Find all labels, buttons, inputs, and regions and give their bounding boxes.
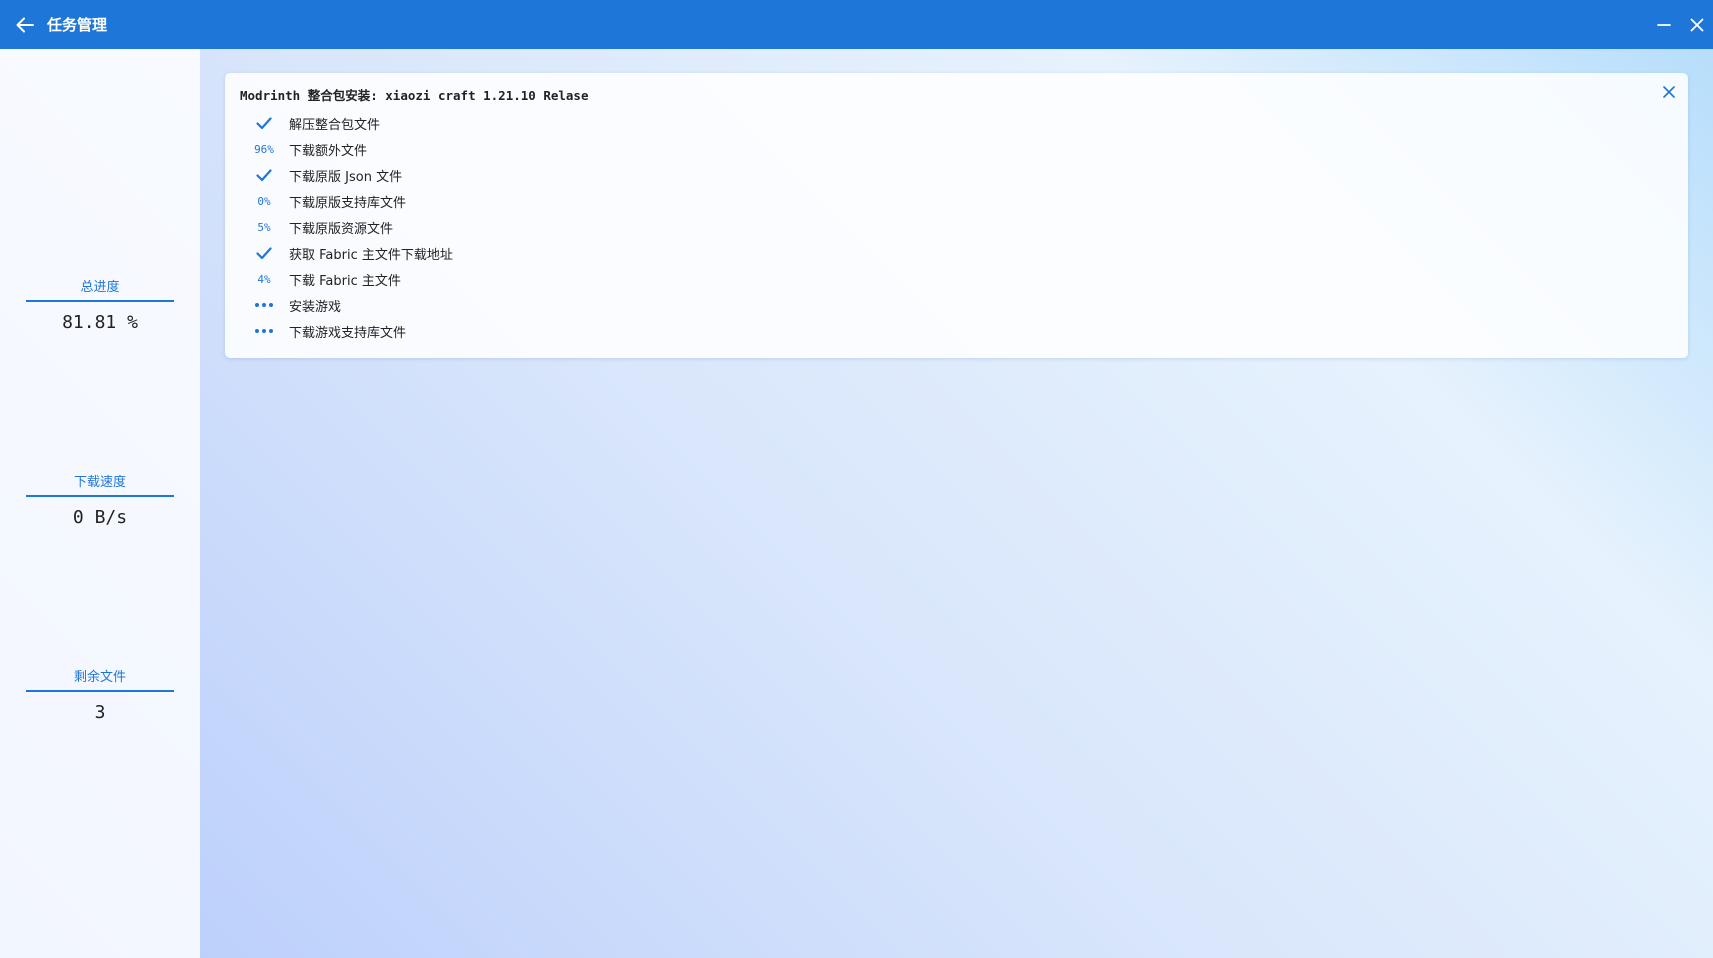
task-step: 5% 下载原版资源文件	[239, 214, 453, 240]
task-step: 4% 下载 Fabric 主文件	[239, 266, 453, 292]
step-label: 下载原版资源文件	[289, 221, 394, 237]
step-progress: 96%	[254, 142, 274, 156]
download-speed-stat: 下载速度 0 B/s	[26, 473, 174, 528]
close-icon	[1663, 86, 1675, 98]
stat-value: 0 B/s	[72, 507, 128, 528]
stat-label: 剩余文件	[73, 670, 126, 685]
step-label: 下载原版 Json 文件	[289, 169, 403, 185]
more-dots-icon	[239, 329, 289, 333]
step-label: 安装游戏	[289, 299, 342, 315]
step-label: 下载游戏支持库文件	[289, 325, 407, 341]
stat-divider	[26, 300, 174, 302]
task-step: 获取 Fabric 主文件下载地址	[239, 240, 453, 266]
remaining-files-stat: 剩余文件 3	[26, 668, 174, 723]
stat-divider	[26, 690, 174, 692]
minimize-icon	[1656, 23, 1671, 26]
task-step: 下载游戏支持库文件	[239, 318, 453, 344]
arrow-left-icon	[16, 17, 34, 32]
step-label: 下载额外文件	[289, 143, 368, 159]
close-icon	[1690, 18, 1703, 31]
task-step: 下载原版 Json 文件	[239, 162, 453, 188]
task-step: 96% 下载额外文件	[239, 136, 453, 162]
step-progress: 0%	[257, 194, 271, 208]
check-icon	[239, 168, 289, 182]
stats-sidebar: 总进度 81.81 % 下载速度 0 B/s 剩余文件 3	[0, 49, 200, 958]
stat-label: 下载速度	[73, 475, 126, 490]
window-title: 任务管理	[47, 16, 108, 34]
minimize-button[interactable]	[1647, 0, 1680, 49]
task-step: 解压整合包文件	[239, 110, 453, 136]
cancel-task-button[interactable]	[1660, 83, 1678, 101]
window-controls	[1647, 0, 1713, 49]
total-progress-stat: 总进度 81.81 %	[26, 278, 174, 333]
step-progress: 4%	[257, 272, 271, 286]
check-icon	[239, 116, 289, 130]
step-label: 获取 Fabric 主文件下载地址	[289, 247, 453, 263]
back-button[interactable]	[0, 0, 50, 49]
step-progress: 5%	[257, 220, 271, 234]
more-dots-icon	[239, 303, 289, 307]
step-label: 下载原版支持库文件	[289, 195, 407, 211]
stat-label: 总进度	[80, 280, 120, 295]
task-title: Modrinth 整合包安装: xiaozi craft 1.21.10 Rel…	[240, 88, 589, 103]
title-bar: 任务管理	[0, 0, 1713, 49]
stat-value: 81.81 %	[62, 312, 138, 333]
task-card: Modrinth 整合包安装: xiaozi craft 1.21.10 Rel…	[225, 73, 1688, 358]
task-step: 0% 下载原版支持库文件	[239, 188, 453, 214]
stat-divider	[26, 495, 174, 497]
close-window-button[interactable]	[1680, 0, 1713, 49]
step-label: 下载 Fabric 主文件	[289, 273, 401, 289]
task-step: 安装游戏	[239, 292, 453, 318]
stat-value: 3	[94, 702, 106, 723]
step-label: 解压整合包文件	[289, 117, 381, 133]
task-step-list: 解压整合包文件 96% 下载额外文件下载原版 Json 文件 0% 下载原版支持库文件 5…	[239, 110, 453, 344]
check-icon	[239, 246, 289, 260]
